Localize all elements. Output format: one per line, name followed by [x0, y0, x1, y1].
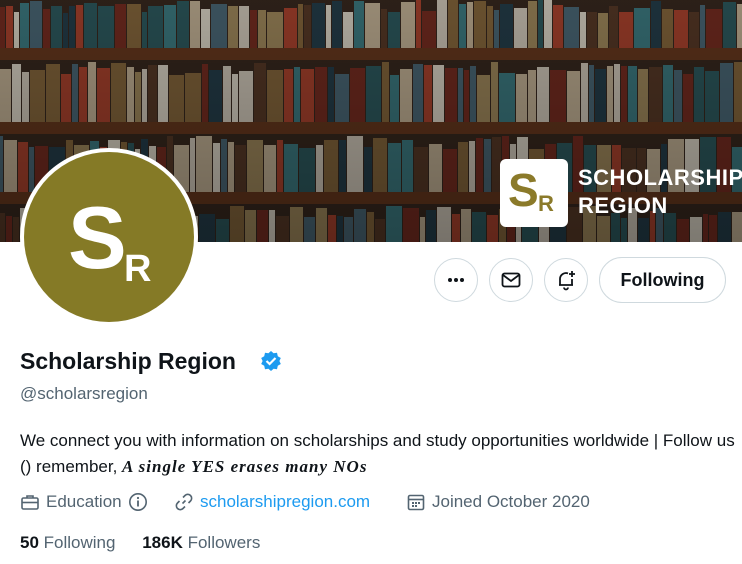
mail-icon [501, 272, 521, 288]
bell-plus-icon [559, 271, 575, 291]
bio: We connect you with information on schol… [20, 428, 735, 480]
avatar-letter-r: R [124, 248, 152, 290]
avatar[interactable]: S R [20, 148, 198, 326]
verified-badge-icon[interactable] [260, 350, 282, 372]
following-label: Following [43, 533, 116, 552]
calendar-icon [407, 494, 425, 511]
category-label: Education [46, 492, 122, 511]
banner-brand-line1: SCHOLARSHIP [578, 165, 742, 190]
banner-logo: S R [500, 159, 568, 227]
ellipsis-icon [448, 278, 464, 282]
handle: @scholarsregion [20, 384, 148, 403]
following-stat[interactable]: 50 Following [20, 533, 115, 552]
category-item: Education [20, 492, 154, 512]
banner-brand-line2: REGION [578, 193, 668, 218]
display-name: Scholarship Region [20, 348, 236, 374]
joined-item: Joined October 2020 [406, 492, 590, 512]
link-icon [175, 493, 193, 511]
banner-logo-r: R [538, 191, 554, 216]
followers-stat[interactable]: 186K Followers [142, 533, 260, 552]
info-icon[interactable] [128, 492, 148, 512]
website-link[interactable]: scholarshipregion.com [200, 492, 370, 512]
followers-count: 186K [142, 533, 183, 552]
bio-emphasis: A single YES erases many NOs [122, 457, 368, 476]
follow-stats: 50 Following 186K Followers [20, 533, 260, 553]
banner-brand-text: SCHOLARSHIP REGION [578, 164, 742, 220]
avatar-image: S R [24, 152, 194, 322]
joined-date: Joined October 2020 [432, 492, 590, 511]
briefcase-icon [21, 495, 39, 510]
following-count: 50 [20, 533, 39, 552]
message-button[interactable] [489, 258, 533, 302]
banner-logo-s: S [508, 164, 539, 216]
avatar-letter-s: S [68, 188, 127, 287]
notifications-button[interactable] [544, 258, 588, 302]
following-button[interactable]: Following [599, 257, 726, 303]
followers-label: Followers [187, 533, 261, 552]
website-item[interactable]: scholarshipregion.com [174, 492, 370, 512]
more-button[interactable] [434, 258, 478, 302]
